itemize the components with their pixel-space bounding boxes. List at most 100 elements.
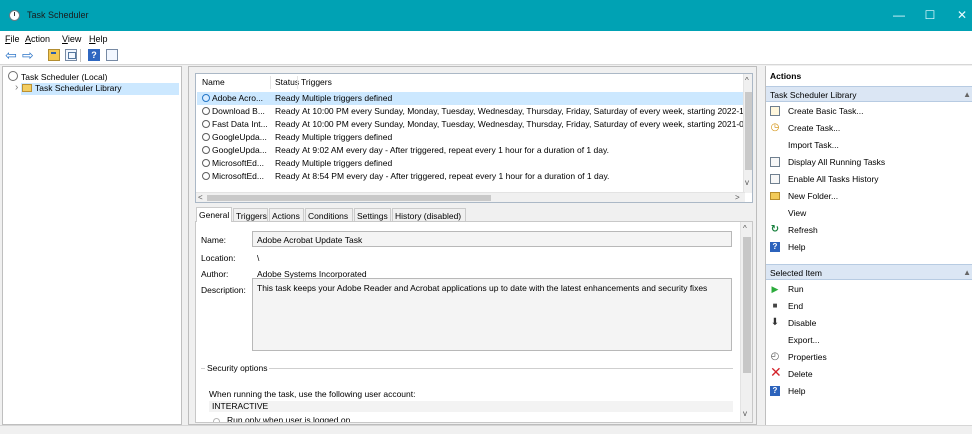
tree-item-local[interactable]: Task Scheduler (Local) <box>8 71 107 83</box>
selected-item-section-header[interactable]: Selected Item ▲ <box>766 264 972 280</box>
task-row[interactable]: MicrosoftEd... Ready Multiple triggers def… <box>197 157 745 170</box>
action-create-basic-task[interactable]: Create Basic Task... <box>768 103 968 120</box>
scroll-up-icon[interactable]: ^ <box>743 225 747 233</box>
enable-history-icon <box>770 174 780 184</box>
show-hide-action-pane-icon[interactable] <box>106 49 118 61</box>
task-list-horizontal-scrollbar[interactable]: < > <box>196 192 745 202</box>
action-refresh[interactable]: ↻ Refresh <box>768 222 968 239</box>
scroll-right-icon[interactable]: > <box>735 194 740 202</box>
create-basic-task-icon <box>770 106 780 116</box>
collapse-chevron-icon[interactable]: ▲ <box>963 90 971 99</box>
tree-item-library[interactable]: Task Scheduler Library <box>21 83 179 95</box>
action-enable-history[interactable]: Enable All Tasks History <box>768 171 968 188</box>
action-new-folder[interactable]: New Folder... <box>768 188 968 205</box>
tab-general[interactable]: General <box>196 207 232 222</box>
scroll-thumb[interactable] <box>743 237 751 373</box>
action-view[interactable]: View <box>768 205 968 222</box>
action-export[interactable]: Export... <box>768 332 968 349</box>
action-delete[interactable]: ✕ Delete <box>768 364 968 383</box>
action-create-task[interactable]: ◷ Create Task... <box>768 120 968 137</box>
column-header-name[interactable]: Name <box>202 77 225 87</box>
task-clock-icon <box>202 120 210 128</box>
help-toolbar-icon[interactable]: ? <box>88 49 100 61</box>
run-only-logged-on-label: Run only when user is logged on <box>227 415 351 423</box>
title-bar: Task Scheduler — ☐ ✕ <box>0 0 972 31</box>
new-folder-icon <box>770 192 780 200</box>
tab-settings[interactable]: Settings <box>354 208 391 222</box>
end-icon: ■ <box>772 301 778 310</box>
minimize-button[interactable]: — <box>884 6 914 24</box>
delete-icon: ✕ <box>770 364 782 380</box>
column-header-triggers[interactable]: Triggers <box>301 77 332 87</box>
window-title: Task Scheduler <box>27 10 89 20</box>
scroll-down-icon[interactable]: v <box>745 179 749 187</box>
action-end[interactable]: ■ End <box>768 298 968 315</box>
library-actions-section-header[interactable]: Task Scheduler Library ▲ <box>766 86 972 102</box>
help-icon: ? <box>770 386 780 396</box>
general-properties-panel: Name: Adobe Acrobat Update Task Location… <box>195 221 753 423</box>
menu-action[interactable]: Action <box>25 34 50 44</box>
task-scheduler-app-icon <box>9 10 20 21</box>
tab-conditions[interactable]: Conditions <box>305 208 353 222</box>
security-options-title: Security options <box>205 363 270 373</box>
action-display-running-tasks[interactable]: Display All Running Tasks <box>768 154 968 171</box>
task-clock-icon <box>202 107 210 115</box>
display-running-tasks-icon <box>770 157 780 167</box>
action-properties[interactable]: ◴ Properties <box>768 349 968 366</box>
menu-file[interactable]: File <box>5 34 20 44</box>
forward-arrow-icon[interactable]: ⇨ <box>22 48 34 62</box>
collapse-chevron-icon[interactable]: ▲ <box>963 268 971 277</box>
menu-bar: File Action View Help <box>0 31 972 46</box>
task-row[interactable]: Adobe Acro... Ready Multiple triggers defi… <box>197 92 745 105</box>
task-row[interactable]: MicrosoftEd... Ready At 8:54 PM every day … <box>197 170 745 183</box>
refresh-icon: ↻ <box>770 224 780 235</box>
tab-actions[interactable]: Actions <box>269 208 304 222</box>
action-import-task[interactable]: Import Task... <box>768 137 968 154</box>
run-only-logged-on-radio[interactable] <box>213 418 220 422</box>
action-help[interactable]: ? Help <box>768 239 968 256</box>
folder-icon <box>22 84 32 92</box>
task-row[interactable]: Fast Data Int... Ready At 10:00 PM every S… <box>197 118 746 131</box>
name-label: Name: <box>201 235 227 245</box>
toolbar: ⇦ ⇨ ? <box>0 46 972 65</box>
scroll-thumb[interactable] <box>745 92 752 170</box>
location-label: Location: <box>201 253 236 263</box>
scroll-thumb[interactable] <box>207 195 491 201</box>
task-name-field[interactable]: Adobe Acrobat Update Task <box>252 231 732 247</box>
author-label: Author: <box>201 269 229 279</box>
show-hide-console-tree-icon[interactable] <box>65 49 77 61</box>
action-selected-help[interactable]: ? Help <box>768 383 968 400</box>
task-list-vertical-scrollbar[interactable]: ^ v <box>743 74 752 193</box>
scroll-left-icon[interactable]: < <box>198 194 203 202</box>
task-list: Name Status Triggers Adobe Acro... Ready M… <box>195 73 753 203</box>
general-panel-scrollbar[interactable]: ^ v <box>740 222 752 422</box>
task-clock-icon <box>202 146 210 154</box>
menu-view[interactable]: View <box>62 34 81 44</box>
location-value: \ <box>257 253 260 263</box>
column-divider <box>270 76 271 89</box>
up-one-level-icon[interactable] <box>48 49 60 61</box>
scroll-up-icon[interactable]: ^ <box>745 77 749 85</box>
expand-chevron-icon[interactable]: › <box>15 83 18 93</box>
tab-triggers[interactable]: Triggers <box>233 208 268 222</box>
task-clock-icon <box>202 172 210 180</box>
menu-help[interactable]: Help <box>89 34 108 44</box>
close-button[interactable]: ✕ <box>947 6 972 24</box>
scroll-down-icon[interactable]: v <box>743 410 747 418</box>
maximize-button[interactable]: ☐ <box>915 6 945 24</box>
task-details-area: Name Status Triggers Adobe Acro... Ready M… <box>188 66 757 425</box>
back-arrow-icon[interactable]: ⇦ <box>5 48 17 62</box>
task-clock-icon <box>202 94 210 102</box>
task-row[interactable]: Download B... Ready At 10:00 PM every Sund… <box>197 105 746 118</box>
properties-icon: ◴ <box>770 351 780 362</box>
tab-history[interactable]: History (disabled) <box>392 208 466 222</box>
task-clock-icon <box>202 133 210 141</box>
description-field[interactable]: This task keeps your Adobe Reader and Ac… <box>252 278 732 351</box>
column-header-status[interactable]: Status <box>275 77 299 87</box>
task-row[interactable]: GoogleUpda... Ready Multiple triggers defi… <box>197 131 745 144</box>
action-disable[interactable]: ⬇ Disable <box>768 315 968 332</box>
column-divider <box>297 76 298 89</box>
security-options-group: Security options When running the task, … <box>201 363 733 423</box>
task-row[interactable]: GoogleUpda... Ready At 9:02 AM every day -… <box>197 144 745 157</box>
action-run[interactable]: ▶ Run <box>768 281 968 298</box>
